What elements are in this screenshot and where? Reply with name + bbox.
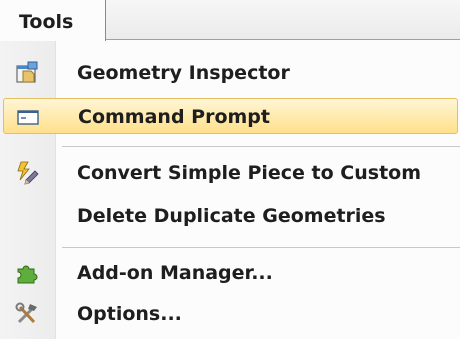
menu-separator: [62, 146, 460, 147]
puzzle-piece-icon: [17, 265, 38, 284]
tools-menu-title: Tools: [19, 11, 74, 33]
menu-separator: [62, 247, 460, 248]
menu-item-label: Add-on Manager...: [77, 262, 273, 284]
menu-item-convert-simple-piece[interactable]: Convert Simple Piece to Custom: [0, 155, 460, 191]
menu-item-label: Convert Simple Piece to Custom: [77, 162, 422, 184]
menu-item-geometry-inspector[interactable]: Geometry Inspector: [0, 55, 460, 91]
console-icon: [17, 110, 39, 125]
tools-menu-window: Tools Geometry Inspector Command Prompt …: [0, 0, 460, 339]
menu-item-options[interactable]: Options...: [0, 296, 460, 332]
menu-item-delete-duplicate-geometries[interactable]: Delete Duplicate Geometries: [0, 198, 460, 234]
tools-icon: [15, 302, 37, 324]
menu-item-add-on-manager[interactable]: Add-on Manager...: [0, 255, 460, 291]
menu-item-label: Geometry Inspector: [77, 62, 290, 84]
menu-item-label: Delete Duplicate Geometries: [77, 205, 386, 227]
tools-menu-tab[interactable]: Tools: [0, 0, 106, 41]
inspector-icon: [16, 61, 38, 83]
menu-bar: Tools: [0, 0, 460, 41]
menu-item-command-prompt[interactable]: Command Prompt: [3, 98, 458, 134]
menu-item-label: Command Prompt: [78, 106, 270, 128]
convert-pencil-icon: [17, 161, 39, 185]
menu-item-label: Options...: [77, 303, 182, 325]
